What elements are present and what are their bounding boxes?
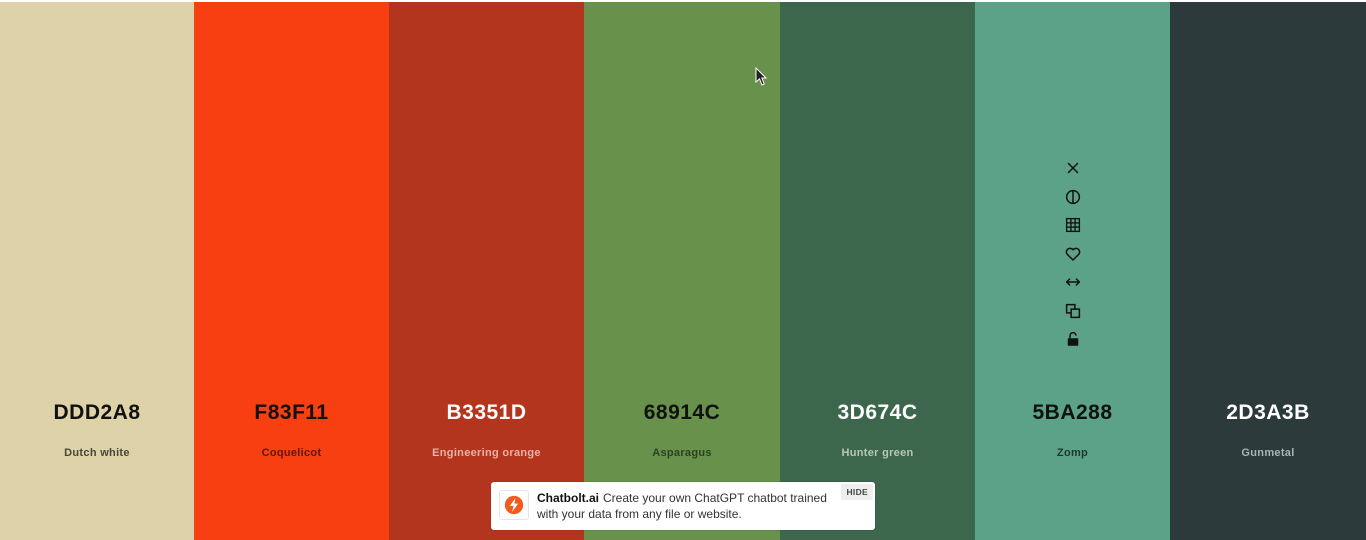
color-name[interactable]: Asparagus	[584, 447, 780, 459]
close-icon	[1067, 162, 1078, 174]
hex-code[interactable]: F83F11	[194, 401, 389, 425]
shades-grid-icon	[1065, 217, 1080, 233]
hide-ad-button[interactable]: HIDE	[841, 484, 873, 500]
hex-code[interactable]: 5BA288	[975, 401, 1170, 425]
copy-hex-button[interactable]	[1062, 300, 1084, 322]
view-shades-button[interactable]	[1062, 214, 1084, 236]
hex-code[interactable]: 2D3A3B	[1170, 401, 1366, 425]
ad-brand[interactable]: Chatbolt.ai	[537, 491, 599, 505]
color-name[interactable]: Gunmetal	[1170, 447, 1366, 459]
palette: DDD2A8 Dutch white F83F11 Coquelicot B33…	[0, 2, 1366, 540]
hex-code[interactable]: 68914C	[584, 401, 780, 425]
swatch-zomp[interactable]: 5BA288 Zomp	[975, 2, 1170, 540]
hex-code[interactable]: DDD2A8	[0, 401, 194, 425]
contrast-icon	[1065, 189, 1080, 204]
color-name[interactable]: Engineering orange	[389, 447, 584, 459]
lightning-bolt-icon	[504, 495, 524, 515]
swatch-dutch-white[interactable]: DDD2A8 Dutch white	[0, 2, 194, 540]
color-name[interactable]: Coquelicot	[194, 447, 389, 459]
swatch-gunmetal[interactable]: 2D3A3B Gunmetal	[1170, 2, 1366, 540]
chatbolt-logo	[499, 490, 529, 520]
swatch-toolbar	[975, 157, 1170, 357]
hex-code[interactable]: 3D674C	[780, 401, 975, 425]
color-name[interactable]: Dutch white	[0, 447, 194, 459]
lock-color-button[interactable]	[1062, 328, 1084, 350]
view-shades-contrast-button[interactable]	[1062, 186, 1084, 208]
color-name[interactable]: Hunter green	[780, 447, 975, 459]
copy-icon	[1065, 303, 1080, 318]
unlock-icon	[1067, 331, 1078, 346]
swatch-asparagus[interactable]: 68914C Asparagus	[584, 2, 780, 540]
swatch-engineering-orange[interactable]: B3351D Engineering orange	[389, 2, 584, 540]
chatbolt-ad-banner[interactable]: Chatbolt.ai Create your own ChatGPT chatb…	[491, 482, 875, 530]
save-color-button[interactable]	[1062, 243, 1084, 265]
mouse-cursor-icon	[755, 67, 767, 86]
heart-icon	[1065, 247, 1080, 261]
ad-message: Chatbolt.ai Create your own ChatGPT chatb…	[537, 490, 827, 522]
swatch-coquelicot[interactable]: F83F11 Coquelicot	[194, 2, 389, 540]
remove-color-button[interactable]	[1062, 157, 1084, 179]
color-name[interactable]: Zomp	[975, 447, 1170, 459]
drag-color-button[interactable]	[1062, 271, 1084, 293]
swatch-hunter-green[interactable]: 3D674C Hunter green	[780, 2, 975, 540]
hex-code[interactable]: B3351D	[389, 401, 584, 425]
drag-arrows-icon	[1065, 278, 1080, 286]
